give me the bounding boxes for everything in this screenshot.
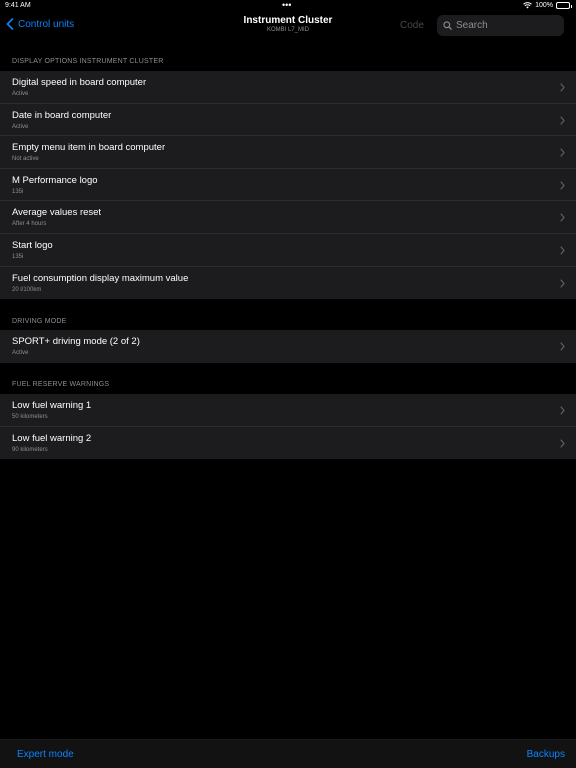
setting-row[interactable]: Low fuel warning 2 90 kilometers [0,427,576,460]
search-input[interactable]: Search [437,15,564,36]
chevron-right-icon [560,406,565,415]
search-placeholder: Search [456,20,488,31]
chevron-right-icon [560,116,565,125]
chevron-right-icon [560,246,565,255]
status-time: 9:41 AM [5,2,31,9]
expert-mode-button[interactable]: Expert mode [17,749,74,760]
multitasking-dots[interactable]: ••• [282,0,291,10]
section-header-fuel-reserve: FUEL RESERVE WARNINGS [12,381,110,388]
status-right: 100% [523,2,572,9]
settings-group-driving-mode: SPORT+ driving mode (2 of 2) Active [0,330,576,363]
setting-title: Digital speed in board computer [12,77,147,88]
setting-row[interactable]: Date in board computer Active [0,104,576,137]
setting-row[interactable]: M Performance logo 135i [0,169,576,202]
setting-value: 135i [12,253,24,260]
setting-row[interactable]: Fuel consumption display maximum value 2… [0,267,576,300]
nav-title-block: Instrument Cluster KOMBI L7_MID [188,15,388,33]
setting-value: 90 kilometers [12,446,48,453]
page-title: Instrument Cluster [243,15,333,26]
setting-title: Low fuel warning 2 [12,432,92,444]
backups-button[interactable]: Backups [527,749,565,760]
search-icon [443,21,452,30]
setting-row[interactable]: Empty menu item in board computer Not ac… [0,136,576,169]
setting-row[interactable]: Low fuel warning 1 50 kilometers [0,394,576,427]
setting-title: Low fuel warning 1 [12,400,92,411]
setting-title: Empty menu item in board computer [12,142,166,154]
battery-icon [556,2,572,9]
back-button[interactable]: Control units [6,18,74,30]
setting-row[interactable]: Average values reset After 4 hours [0,201,576,234]
chevron-right-icon [560,83,565,92]
back-button-label: Control units [18,18,75,30]
setting-value: Active [12,350,29,356]
setting-value: 135i [12,188,24,195]
status-bar: 9:41 AM ••• 100% [0,0,576,12]
chevron-right-icon [560,213,565,222]
code-button[interactable]: Code [400,20,424,31]
setting-value: Active [12,123,29,130]
setting-row[interactable]: SPORT+ driving mode (2 of 2) Active [0,330,576,363]
section-header-display-options: DISPLAY OPTIONS INSTRUMENT CLUSTER [12,58,164,65]
setting-value: Not active [12,156,39,163]
setting-value: Active [12,91,29,97]
setting-value: 50 kilometers [12,414,48,420]
chevron-right-icon [560,148,565,157]
battery-percentage: 100% [535,2,553,9]
chevron-left-icon [6,18,14,30]
setting-value: 20 l/100km [12,286,42,293]
bottom-toolbar: Expert mode Backups [0,739,576,768]
wifi-icon [523,2,532,9]
navigation-bar: Control units Instrument Cluster KOMBI L… [0,12,576,42]
setting-title: SPORT+ driving mode (2 of 2) [12,336,140,347]
chevron-right-icon [560,439,565,448]
chevron-right-icon [560,279,565,288]
section-header-driving-mode: DRIVING MODE [12,318,67,325]
setting-title: Start logo [12,239,53,251]
chevron-right-icon [560,181,565,190]
setting-title: M Performance logo [12,174,98,186]
page-subtitle: KOMBI L7_MID [266,27,309,33]
settings-group-display-options: Digital speed in board computer Active D… [0,71,576,300]
settings-group-fuel-reserve: Low fuel warning 1 50 kilometers Low fue… [0,394,576,460]
setting-title: Date in board computer [12,109,112,121]
setting-row[interactable]: Start logo 135i [0,234,576,267]
setting-title: Fuel consumption display maximum value [12,272,189,284]
chevron-right-icon [560,342,565,351]
setting-title: Average values reset [12,207,102,219]
setting-value: After 4 hours [12,221,47,228]
setting-row[interactable]: Digital speed in board computer Active [0,71,576,104]
